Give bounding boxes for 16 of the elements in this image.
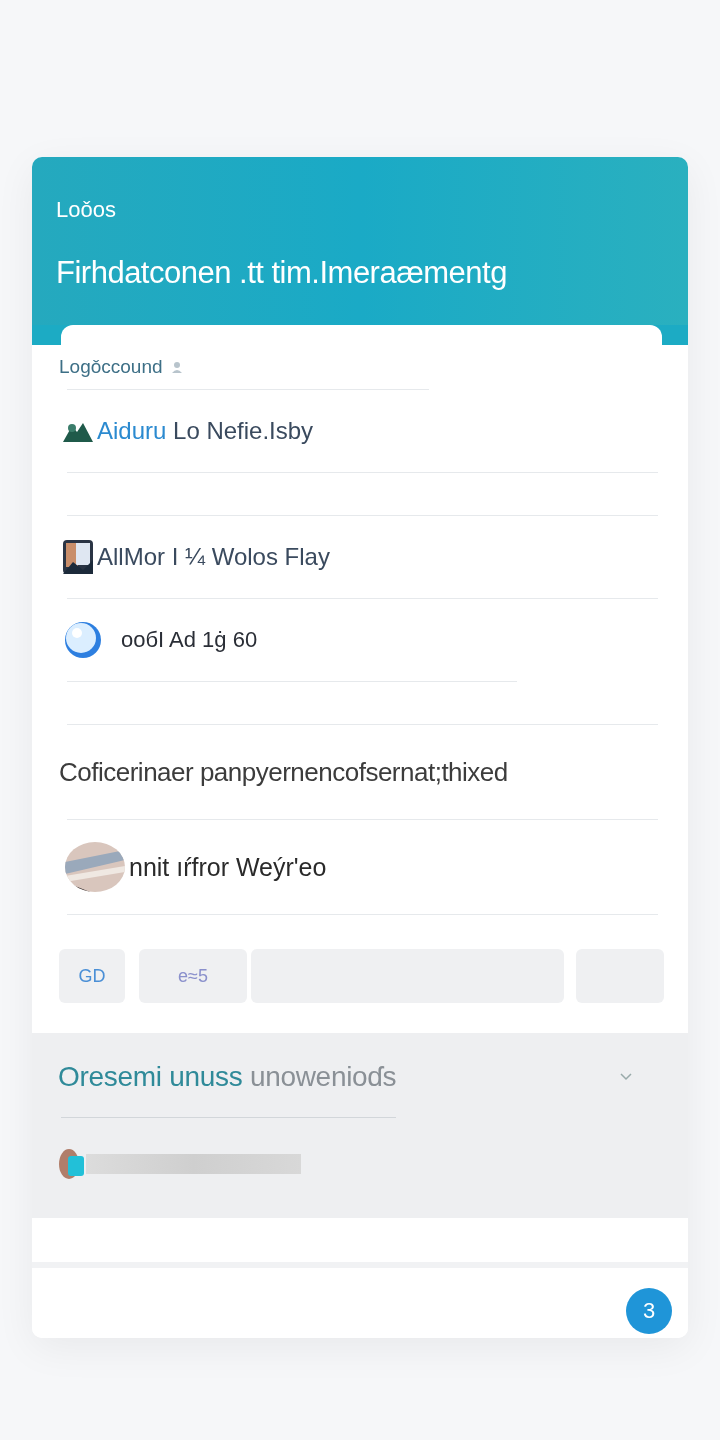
person-icon (170, 361, 183, 373)
item-text: AllMor I ¼ Wolos Flay (97, 543, 330, 571)
action-button[interactable]: GD (59, 949, 125, 1003)
header-label: Loǒos (56, 197, 117, 223)
section-text: Coficerinaer panpyernencofsernat;thixed (59, 756, 509, 789)
contact-name: nnit ıŕfror Weýr'eo (129, 852, 327, 882)
avatar-icon (58, 1148, 86, 1180)
chevron-icon[interactable] (620, 1073, 632, 1081)
item-text: ообI Ad 1ġ 60 (121, 627, 258, 653)
panel-title: Oresemi unuss unowenioɗs (58, 1061, 397, 1093)
item-link[interactable]: Aiduru (97, 417, 167, 444)
action-button[interactable]: e≈5 (139, 949, 247, 1003)
count-badge: 3 (626, 1288, 672, 1334)
account-label: Logǒccound (59, 356, 163, 378)
item-text: Aiduru Lo Nefie.Isby (97, 417, 314, 445)
header-title: Firhdatconen .tt tim.Imeraæmentg (56, 255, 508, 291)
